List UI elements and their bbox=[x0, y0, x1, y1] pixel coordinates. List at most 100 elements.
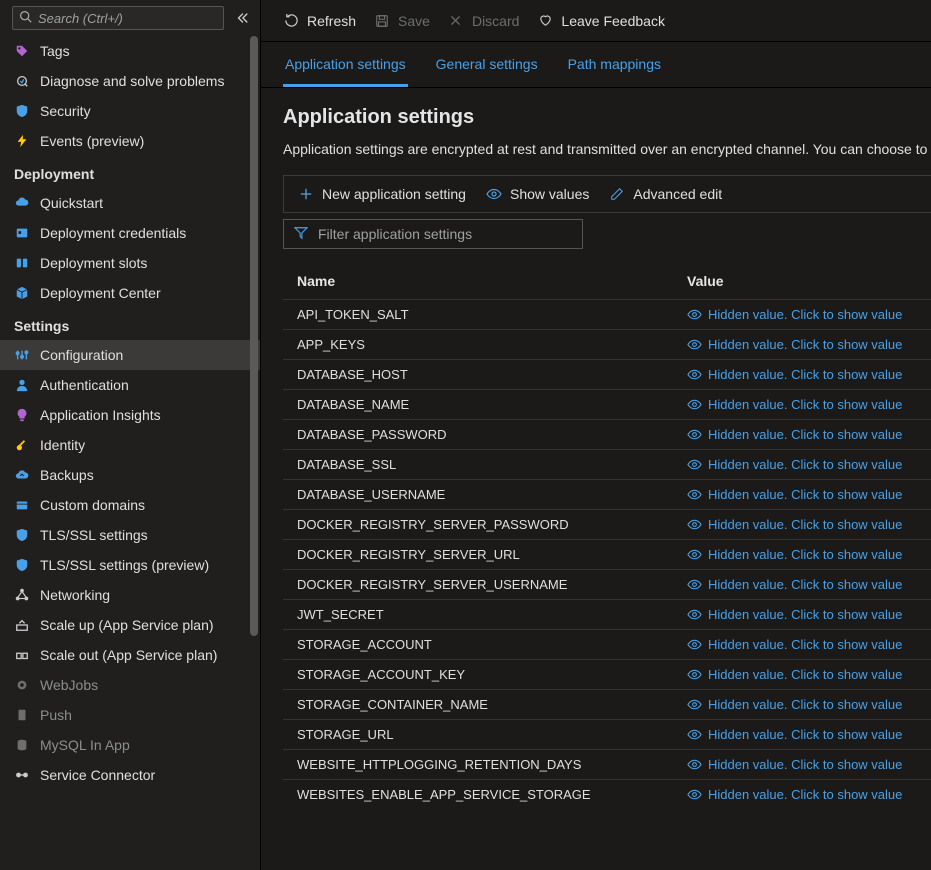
table-row[interactable]: DATABASE_NAMEHidden value. Click to show… bbox=[283, 389, 931, 419]
table-row[interactable]: STORAGE_CONTAINER_NAMEHidden value. Clic… bbox=[283, 689, 931, 719]
table-row[interactable]: DATABASE_USERNAMEHidden value. Click to … bbox=[283, 479, 931, 509]
discard-icon bbox=[448, 13, 464, 29]
sidebar-item-configuration[interactable]: Configuration bbox=[0, 340, 260, 370]
sidebar-item-diagnose-and-solve-problems[interactable]: Diagnose and solve problems bbox=[0, 66, 260, 96]
sliders-icon bbox=[14, 347, 30, 363]
table-row[interactable]: DATABASE_PASSWORDHidden value. Click to … bbox=[283, 419, 931, 449]
show-values-button[interactable]: Show values bbox=[486, 186, 589, 202]
sidebar-item-tls-ssl-settings-preview[interactable]: TLS/SSL settings (preview) bbox=[0, 550, 260, 580]
hidden-value-link[interactable]: Hidden value. Click to show value bbox=[687, 457, 917, 472]
hidden-value-link[interactable]: Hidden value. Click to show value bbox=[687, 607, 917, 622]
sidebar-item-deployment-center[interactable]: Deployment Center bbox=[0, 278, 260, 308]
setting-name: DATABASE_USERNAME bbox=[297, 487, 687, 502]
table-row[interactable]: STORAGE_ACCOUNTHidden value. Click to sh… bbox=[283, 629, 931, 659]
shield-icon bbox=[14, 103, 30, 119]
sidebar-item-label: Diagnose and solve problems bbox=[40, 73, 224, 89]
table-row[interactable]: APP_KEYSHidden value. Click to show valu… bbox=[283, 329, 931, 359]
eye-icon bbox=[687, 487, 702, 502]
sidebar-scrollbar[interactable] bbox=[248, 36, 260, 870]
hidden-value-link[interactable]: Hidden value. Click to show value bbox=[687, 517, 917, 532]
hidden-value-link[interactable]: Hidden value. Click to show value bbox=[687, 487, 917, 502]
eye-icon bbox=[687, 547, 702, 562]
table-row[interactable]: DATABASE_HOSTHidden value. Click to show… bbox=[283, 359, 931, 389]
hidden-value-link[interactable]: Hidden value. Click to show value bbox=[687, 367, 917, 382]
table-row[interactable]: DOCKER_REGISTRY_SERVER_URLHidden value. … bbox=[283, 539, 931, 569]
hidden-value-link[interactable]: Hidden value. Click to show value bbox=[687, 397, 917, 412]
tab-path-mappings[interactable]: Path mappings bbox=[566, 42, 663, 87]
setting-name: DOCKER_REGISTRY_SERVER_URL bbox=[297, 547, 687, 562]
search-icon bbox=[19, 10, 32, 26]
hidden-value-label: Hidden value. Click to show value bbox=[708, 427, 902, 442]
app-root: Tags Diagnose and solve problems Security E… bbox=[0, 0, 931, 870]
sidebar-item-security[interactable]: Security bbox=[0, 96, 260, 126]
hidden-value-link[interactable]: Hidden value. Click to show value bbox=[687, 547, 917, 562]
hidden-value-link[interactable]: Hidden value. Click to show value bbox=[687, 787, 917, 802]
network-icon bbox=[14, 587, 30, 603]
collapse-sidebar-button[interactable] bbox=[232, 8, 252, 28]
hidden-value-link[interactable]: Hidden value. Click to show value bbox=[687, 667, 917, 682]
advanced-edit-button[interactable]: Advanced edit bbox=[609, 186, 722, 202]
setting-name: WEBSITE_HTTPLOGGING_RETENTION_DAYS bbox=[297, 757, 687, 772]
sidebar-item-identity[interactable]: Identity bbox=[0, 430, 260, 460]
sidebar-item-service-connector[interactable]: Service Connector bbox=[0, 760, 260, 790]
hidden-value-label: Hidden value. Click to show value bbox=[708, 367, 902, 382]
sidebar-scroll[interactable]: Tags Diagnose and solve problems Security E… bbox=[0, 36, 260, 870]
hidden-value-link[interactable]: Hidden value. Click to show value bbox=[687, 337, 917, 352]
tab-general-settings[interactable]: General settings bbox=[434, 42, 540, 87]
search-box[interactable] bbox=[12, 6, 224, 30]
discard-label: Discard bbox=[472, 13, 519, 29]
table-row[interactable]: DOCKER_REGISTRY_SERVER_PASSWORDHidden va… bbox=[283, 509, 931, 539]
sidebar-item-authentication[interactable]: Authentication bbox=[0, 370, 260, 400]
hidden-value-link[interactable]: Hidden value. Click to show value bbox=[687, 727, 917, 742]
sidebar-item-label: WebJobs bbox=[40, 677, 98, 693]
action-bar: New application setting Show values Adva… bbox=[283, 175, 931, 213]
table-row[interactable]: WEBSITE_HTTPLOGGING_RETENTION_DAYSHidden… bbox=[283, 749, 931, 779]
setting-name: WEBSITES_ENABLE_APP_SERVICE_STORAGE bbox=[297, 787, 687, 802]
sidebar-item-quickstart[interactable]: Quickstart bbox=[0, 188, 260, 218]
hidden-value-link[interactable]: Hidden value. Click to show value bbox=[687, 757, 917, 772]
hidden-value-link[interactable]: Hidden value. Click to show value bbox=[687, 577, 917, 592]
sidebar-item-tls-ssl-settings[interactable]: TLS/SSL settings bbox=[0, 520, 260, 550]
new-setting-button[interactable]: New application setting bbox=[298, 186, 466, 202]
table-row[interactable]: DOCKER_REGISTRY_SERVER_USERNAMEHidden va… bbox=[283, 569, 931, 599]
hidden-value-label: Hidden value. Click to show value bbox=[708, 307, 902, 322]
tab-application-settings[interactable]: Application settings bbox=[283, 42, 408, 87]
table-row[interactable]: JWT_SECRETHidden value. Click to show va… bbox=[283, 599, 931, 629]
sidebar-item-backups[interactable]: Backups bbox=[0, 460, 260, 490]
search-input[interactable] bbox=[38, 11, 217, 26]
sidebar-item-deployment-credentials[interactable]: Deployment credentials bbox=[0, 218, 260, 248]
table-row[interactable]: WEBSITES_ENABLE_APP_SERVICE_STORAGEHidde… bbox=[283, 779, 931, 809]
filter-box[interactable] bbox=[283, 219, 583, 249]
sidebar-item-scale-out-app-service-plan[interactable]: Scale out (App Service plan) bbox=[0, 640, 260, 670]
sidebar-item-tags[interactable]: Tags bbox=[0, 36, 260, 66]
diagnose-icon bbox=[14, 73, 30, 89]
hidden-value-link[interactable]: Hidden value. Click to show value bbox=[687, 307, 917, 322]
sidebar-item-events-preview[interactable]: Events (preview) bbox=[0, 126, 260, 156]
hidden-value-link[interactable]: Hidden value. Click to show value bbox=[687, 697, 917, 712]
sidebar-item-application-insights[interactable]: Application Insights bbox=[0, 400, 260, 430]
table-row[interactable]: STORAGE_ACCOUNT_KEYHidden value. Click t… bbox=[283, 659, 931, 689]
sidebar-item-label: TLS/SSL settings bbox=[40, 527, 148, 543]
cube-icon bbox=[14, 285, 30, 301]
eye-icon bbox=[687, 457, 702, 472]
sidebar: Tags Diagnose and solve problems Security E… bbox=[0, 0, 261, 870]
hidden-value-label: Hidden value. Click to show value bbox=[708, 637, 902, 652]
sidebar-item-custom-domains[interactable]: Custom domains bbox=[0, 490, 260, 520]
hidden-value-link[interactable]: Hidden value. Click to show value bbox=[687, 637, 917, 652]
filter-input[interactable] bbox=[318, 226, 572, 242]
feedback-button[interactable]: Leave Feedback bbox=[537, 13, 665, 29]
table-row[interactable]: DATABASE_SSLHidden value. Click to show … bbox=[283, 449, 931, 479]
sidebar-scrollbar-thumb[interactable] bbox=[250, 36, 258, 636]
table-row[interactable]: STORAGE_URLHidden value. Click to show v… bbox=[283, 719, 931, 749]
setting-name: API_TOKEN_SALT bbox=[297, 307, 687, 322]
page-description: Application settings are encrypted at re… bbox=[283, 141, 931, 157]
table-row[interactable]: API_TOKEN_SALT Hidden value. Click to sho… bbox=[283, 299, 931, 329]
sidebar-item-deployment-slots[interactable]: Deployment slots bbox=[0, 248, 260, 278]
refresh-button[interactable]: Refresh bbox=[283, 13, 356, 29]
sidebar-item-label: Events (preview) bbox=[40, 133, 144, 149]
sidebar-item-scale-up-app-service-plan[interactable]: Scale up (App Service plan) bbox=[0, 610, 260, 640]
hidden-value-link[interactable]: Hidden value. Click to show value bbox=[687, 427, 917, 442]
sidebar-item-label: Scale out (App Service plan) bbox=[40, 647, 217, 663]
sidebar-item-networking[interactable]: Networking bbox=[0, 580, 260, 610]
column-value: Value bbox=[687, 273, 917, 289]
